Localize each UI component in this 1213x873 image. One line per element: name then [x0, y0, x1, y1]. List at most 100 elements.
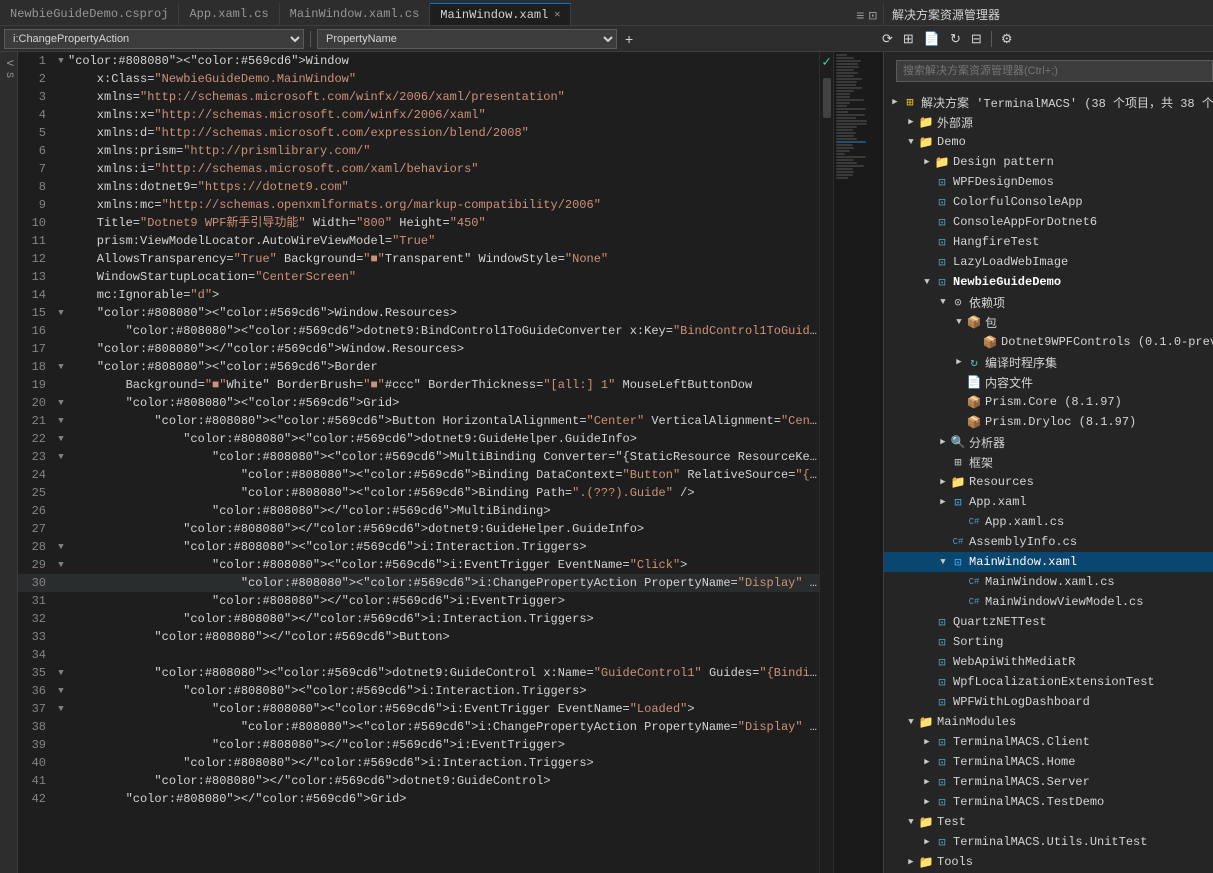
tree-item[interactable]: ▶📁Resources: [884, 472, 1213, 492]
expand-collapse-icon[interactable]: ▼: [54, 682, 68, 700]
tree-node-icon: ⊞: [902, 94, 918, 110]
tree-item[interactable]: ▶⊡TerminalMACS.Home: [884, 752, 1213, 772]
right-selector[interactable]: PropertyName: [317, 29, 617, 49]
tree-item[interactable]: 📦Prism.Dryloc (8.1.97): [884, 412, 1213, 432]
code-text: Background="■"White" BorderBrush="■"#ccc…: [68, 376, 819, 394]
tab-mainwindowxaml[interactable]: MainWindow.xaml ✕: [430, 3, 571, 25]
tree-node-label: Dotnet9WPFControls (0.1.0-preview...: [1001, 335, 1213, 349]
tree-arrow-icon[interactable]: ▼: [904, 817, 918, 827]
expand-collapse-icon[interactable]: ▼: [54, 52, 68, 70]
tree-item[interactable]: ▶⊡TerminalMACS.Server: [884, 772, 1213, 792]
tree-arrow-icon[interactable]: ▶: [952, 357, 966, 367]
settings-button[interactable]: ⚙: [998, 30, 1016, 48]
tree-item[interactable]: ⊞框架: [884, 452, 1213, 472]
tree-arrow-icon[interactable]: ▶: [920, 737, 934, 747]
overflow-icon[interactable]: ≡: [856, 9, 864, 25]
tree-arrow-icon[interactable]: ▼: [952, 317, 966, 327]
tree-item[interactable]: ⊡LazyLoadWebImage: [884, 252, 1213, 272]
expand-collapse-icon[interactable]: ▼: [54, 430, 68, 448]
tree-node-label: 内容文件: [985, 374, 1033, 391]
tree-arrow-icon[interactable]: ▶: [936, 497, 950, 507]
tree-arrow-icon[interactable]: ▼: [936, 557, 950, 567]
tree-item[interactable]: ⊡Sorting: [884, 632, 1213, 652]
expand-collapse-icon[interactable]: ▼: [54, 358, 68, 376]
code-scroll[interactable]: 1▼"color:#808080"><"color:#569cd6">Windo…: [18, 52, 819, 873]
tree-item[interactable]: ⊡ColorfulConsoleApp: [884, 192, 1213, 212]
tree-arrow-icon[interactable]: ▶: [888, 97, 902, 107]
expand-collapse-icon[interactable]: ▼: [54, 700, 68, 718]
tree-arrow-icon[interactable]: ▶: [936, 477, 950, 487]
tree-arrow-icon[interactable]: ▶: [904, 117, 918, 127]
tree-item[interactable]: ▶⊡TerminalMACS.Utils.UnitTest: [884, 832, 1213, 852]
solution-tree[interactable]: ▶⊞解决方案 'TerminalMACS' (38 个项目，共 38 个)▶📁外…: [884, 90, 1213, 873]
expand-collapse-icon[interactable]: ▼: [54, 394, 68, 412]
tree-item[interactable]: ⊡HangfireTest: [884, 232, 1213, 252]
expand-collapse-icon[interactable]: ▼: [54, 412, 68, 430]
tree-item[interactable]: C#AssemblyInfo.cs: [884, 532, 1213, 552]
refresh-button[interactable]: ↻: [947, 30, 964, 48]
tree-item[interactable]: ▼📁Test: [884, 812, 1213, 832]
expand-collapse-icon[interactable]: ▼: [54, 556, 68, 574]
tree-arrow-icon[interactable]: ▼: [920, 277, 934, 287]
tree-item[interactable]: ▼📁MainModules: [884, 712, 1213, 732]
tree-item[interactable]: ⊡WebApiWithMediatR: [884, 652, 1213, 672]
sync-button[interactable]: ⟳: [879, 30, 896, 48]
tree-item[interactable]: ▶📁Design pattern: [884, 152, 1213, 172]
tree-item[interactable]: 📄内容文件: [884, 372, 1213, 392]
show-all-files-button[interactable]: 📄: [921, 30, 943, 48]
tree-item[interactable]: ▼📁Demo: [884, 132, 1213, 152]
pin-icon[interactable]: ⊡: [869, 8, 877, 25]
expand-collapse-icon[interactable]: ▼: [54, 448, 68, 466]
tree-item[interactable]: ▶⊡App.xaml: [884, 492, 1213, 512]
scroll-thumb[interactable]: [823, 78, 831, 118]
tree-item[interactable]: ⊡WPFDesignDemos: [884, 172, 1213, 192]
tree-item[interactable]: ▼⊙依赖项: [884, 292, 1213, 312]
tree-item[interactable]: ▶⊡TerminalMACS.TestDemo: [884, 792, 1213, 812]
left-selector[interactable]: i:ChangePropertyAction: [4, 29, 304, 49]
tree-arrow-icon[interactable]: ▶: [936, 437, 950, 447]
tree-item[interactable]: ▶⊡TerminalMACS.Client: [884, 732, 1213, 752]
tree-item[interactable]: ▼⊡MainWindow.xaml: [884, 552, 1213, 572]
tree-item[interactable]: 📦Prism.Core (8.1.97): [884, 392, 1213, 412]
scroll-track[interactable]: [820, 73, 833, 873]
tree-arrow-icon[interactable]: ▶: [920, 777, 934, 787]
collapse-button[interactable]: ⊟: [968, 30, 985, 48]
tab-mainwindowxamlcs[interactable]: MainWindow.xaml.cs: [280, 3, 431, 25]
add-item-button[interactable]: +: [621, 29, 637, 49]
expand-collapse-icon[interactable]: ▼: [54, 664, 68, 682]
tree-arrow-icon[interactable]: ▶: [920, 157, 934, 167]
tree-item[interactable]: ▶📁Tools: [884, 852, 1213, 872]
tree-arrow-icon[interactable]: ▶: [920, 837, 934, 847]
tree-arrow-icon[interactable]: ▶: [920, 797, 934, 807]
tree-item[interactable]: ▶🔍分析器: [884, 432, 1213, 452]
tree-item[interactable]: ⊡WpfLocalizationExtensionTest: [884, 672, 1213, 692]
solution-explorer-toolbar: ⟳ ⊞ 📄 ↻ ⊟ ⚙: [879, 30, 1209, 48]
tab-appxamlcs[interactable]: App.xaml.cs: [179, 3, 279, 25]
tree-item[interactable]: ▶📁外部源: [884, 112, 1213, 132]
tree-item[interactable]: ▶↻编译时程序集: [884, 352, 1213, 372]
tree-arrow-icon[interactable]: ▼: [904, 717, 918, 727]
expand-collapse-icon[interactable]: ▼: [54, 304, 68, 322]
tree-item[interactable]: ⊡ConsoleAppForDotnet6: [884, 212, 1213, 232]
close-icon[interactable]: ✕: [554, 9, 560, 21]
minimap-line: [836, 129, 853, 131]
tree-arrow-icon[interactable]: ▶: [920, 757, 934, 767]
tree-node-label: Tools: [937, 855, 973, 869]
tree-item[interactable]: ▼⊡NewbieGuideDemo: [884, 272, 1213, 292]
tree-item[interactable]: ▶⊞解决方案 'TerminalMACS' (38 个项目，共 38 个): [884, 92, 1213, 112]
tree-item[interactable]: C#MainWindowViewModel.cs: [884, 592, 1213, 612]
tree-item[interactable]: C#MainWindow.xaml.cs: [884, 572, 1213, 592]
tree-item[interactable]: ⊡QuartzNETTest: [884, 612, 1213, 632]
tree-item[interactable]: ⊡WPFWithLogDashboard: [884, 692, 1213, 712]
vertical-tab[interactable]: V S: [3, 56, 14, 82]
solution-search-input[interactable]: [896, 60, 1213, 82]
tree-arrow-icon[interactable]: ▼: [904, 137, 918, 147]
tree-arrow-icon[interactable]: ▼: [936, 297, 950, 307]
tree-item[interactable]: 📦Dotnet9WPFControls (0.1.0-preview...: [884, 332, 1213, 352]
tree-arrow-icon[interactable]: ▶: [904, 857, 918, 867]
properties-button[interactable]: ⊞: [900, 30, 917, 48]
tree-item[interactable]: ▼📦包: [884, 312, 1213, 332]
expand-collapse-icon[interactable]: ▼: [54, 538, 68, 556]
tree-item[interactable]: C#App.xaml.cs: [884, 512, 1213, 532]
tab-newbieguidedemo[interactable]: NewbieGuideDemo.csproj: [0, 3, 179, 25]
